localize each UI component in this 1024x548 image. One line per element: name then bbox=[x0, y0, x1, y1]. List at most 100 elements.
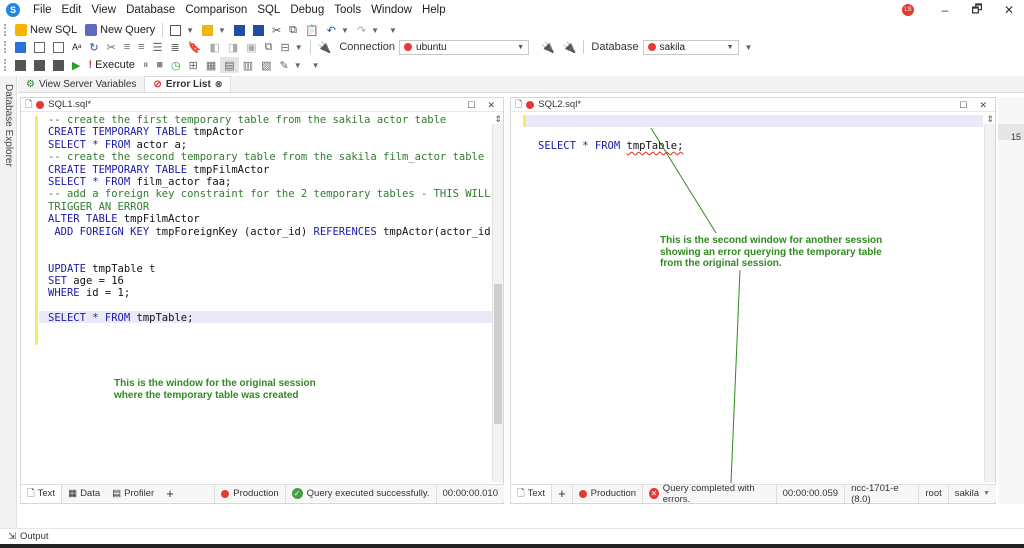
bookmark-prev-icon[interactable]: ◧ bbox=[205, 39, 223, 55]
profiler-icon: ▤ bbox=[112, 488, 122, 499]
window-icon[interactable]: ⊟ ▼ bbox=[277, 39, 307, 55]
save-icon[interactable] bbox=[230, 22, 249, 38]
new-sql-label: New SQL bbox=[30, 24, 78, 36]
bookmark-next-icon[interactable]: ◨ bbox=[224, 39, 242, 55]
new-item-icon[interactable]: ▼ bbox=[166, 22, 198, 38]
undo-icon[interactable]: ↶ ▼ bbox=[323, 22, 353, 38]
query-status: ✕ Query completed with errors. bbox=[642, 482, 776, 505]
add-tab-button[interactable]: + bbox=[160, 485, 180, 503]
sql-keyword: WHERE bbox=[48, 287, 86, 300]
stop-icon[interactable]: ■ bbox=[152, 57, 167, 73]
chevron-down-icon[interactable]: ▼ bbox=[983, 490, 990, 497]
tab-data[interactable]: ▦ Data bbox=[62, 485, 106, 503]
close-pane-icon[interactable]: ✕ bbox=[487, 100, 495, 111]
results-grid-icon[interactable]: ▤ bbox=[220, 57, 239, 73]
more-options-icon[interactable]: ✎ ▼ bbox=[276, 57, 306, 73]
menu-comparison[interactable]: Comparison bbox=[180, 4, 252, 16]
user-avatar[interactable]: LS bbox=[902, 4, 914, 16]
database-explorer-strip[interactable]: Database Explorer bbox=[0, 76, 17, 528]
menu-window[interactable]: Window bbox=[366, 4, 417, 16]
separator bbox=[162, 23, 164, 37]
menu-sql[interactable]: SQL bbox=[252, 4, 285, 16]
data-grid-icon: ▦ bbox=[68, 488, 78, 499]
copy-icon[interactable]: ⧉ bbox=[285, 22, 301, 38]
arrow-to-error bbox=[650, 127, 717, 234]
toolbar-options-icon[interactable]: ▼ bbox=[383, 22, 401, 38]
pane-title[interactable]: SQL1.sql* bbox=[48, 99, 91, 110]
database-select[interactable]: sakila ▼ bbox=[642, 39, 739, 55]
toolbar-grip[interactable] bbox=[4, 59, 7, 71]
save-all-icon[interactable] bbox=[249, 22, 268, 38]
restore-button[interactable]: 🗗 bbox=[968, 0, 986, 21]
menu-database[interactable]: Database bbox=[121, 4, 180, 16]
tab-view-server-variables[interactable]: ⚙ View Server Variables bbox=[18, 76, 144, 92]
connect-icon[interactable]: 🔌 bbox=[559, 39, 581, 55]
environment-label: Production bbox=[233, 488, 279, 499]
text-size-icon[interactable]: Aᵃ bbox=[68, 39, 85, 55]
run-icon[interactable]: ▶ bbox=[68, 57, 84, 73]
history-icon[interactable]: ◷ bbox=[167, 57, 185, 73]
redo-icon[interactable]: ↷ ▼ bbox=[353, 22, 383, 38]
menu-view[interactable]: View bbox=[86, 4, 121, 16]
outline-icon[interactable] bbox=[30, 39, 49, 55]
maximize-pane-icon[interactable]: ☐ bbox=[467, 100, 475, 111]
db-refresh-icon[interactable] bbox=[49, 57, 68, 73]
bookmark-clear-icon[interactable]: ▣ bbox=[242, 39, 260, 55]
pause-icon[interactable]: ⏸ bbox=[139, 57, 153, 73]
chevron-down-icon: ▼ bbox=[517, 43, 525, 51]
list-icon[interactable] bbox=[49, 39, 68, 55]
add-tab-button[interactable]: + bbox=[552, 485, 572, 503]
scrollbar-thumb[interactable] bbox=[494, 284, 502, 424]
connection-plug-icon[interactable]: 🔌 bbox=[314, 39, 336, 55]
open-file-icon[interactable]: ▼ bbox=[198, 22, 230, 38]
output-panel-tab[interactable]: ⇲ Output bbox=[0, 528, 1024, 544]
align-icon[interactable]: ☰ bbox=[149, 39, 167, 55]
cut-icon[interactable]: ✂ bbox=[268, 22, 285, 38]
scissors-icon[interactable]: ✂ bbox=[103, 39, 120, 55]
code-line: CREATE TEMPORARY TABLE tmpActor bbox=[48, 126, 503, 138]
paste-icon[interactable]: 📋 bbox=[301, 22, 323, 38]
menu-debug[interactable]: Debug bbox=[285, 4, 329, 16]
explain-icon[interactable]: ⊞ bbox=[185, 57, 202, 73]
toolbar-grip[interactable] bbox=[4, 41, 7, 53]
db-alt-icon[interactable] bbox=[30, 57, 49, 73]
tab-text[interactable]: 🗋 Text bbox=[20, 484, 63, 503]
right-panel-number: 15 bbox=[1010, 132, 1021, 142]
toolbar-options-icon[interactable]: ▼ bbox=[739, 39, 757, 55]
close-tab-icon[interactable]: ⊗ bbox=[215, 79, 223, 90]
toolbar-options-icon[interactable]: ▼ bbox=[306, 57, 324, 73]
db-icon[interactable] bbox=[11, 57, 30, 73]
new-query-button[interactable]: New Query bbox=[81, 22, 159, 38]
sql-text: tmpFilmActor bbox=[193, 163, 270, 176]
menu-edit[interactable]: Edit bbox=[57, 4, 87, 16]
disconnect-icon[interactable]: 🔌 bbox=[537, 39, 559, 55]
comment-icon[interactable]: ≣ bbox=[167, 39, 184, 55]
new-sql-button[interactable]: New SQL bbox=[11, 22, 81, 38]
menu-tools[interactable]: Tools bbox=[329, 4, 366, 16]
profiler-icon[interactable]: ▦ bbox=[202, 57, 220, 73]
menu-help[interactable]: Help bbox=[417, 4, 451, 16]
results-text-icon[interactable]: ▥ bbox=[239, 57, 257, 73]
refresh-icon[interactable]: ↻ bbox=[85, 39, 102, 55]
vertical-scrollbar[interactable] bbox=[492, 124, 503, 482]
sql-editor[interactable]: -- create the first temporary table from… bbox=[48, 114, 503, 325]
tab-profiler[interactable]: ▤ Profiler bbox=[106, 485, 160, 503]
results-split-icon[interactable]: ▧ bbox=[257, 57, 275, 73]
copy-doc-icon[interactable]: ⧉ bbox=[261, 39, 277, 55]
indent-icon[interactable]: ≡ bbox=[120, 39, 134, 55]
execute-button[interactable]: ! Execute bbox=[84, 57, 138, 73]
minimize-button[interactable]: – bbox=[936, 3, 954, 17]
menu-file[interactable]: File bbox=[28, 4, 57, 16]
database-explorer-label[interactable]: Database Explorer bbox=[3, 84, 14, 167]
format-icon[interactable] bbox=[11, 39, 30, 55]
close-window-button[interactable]: ✕ bbox=[1000, 3, 1018, 17]
query-status-message: Query completed with errors. bbox=[662, 482, 755, 505]
bookmark-icon[interactable]: 🔖 bbox=[184, 39, 206, 55]
tab-text[interactable]: 🗋 Text bbox=[510, 484, 553, 503]
document-tabs: ⚙ View Server Variables ⊘ Error List ⊗ bbox=[18, 76, 1024, 93]
toolbar-grip[interactable] bbox=[4, 24, 7, 36]
sql-keyword: CREATE TEMPORARY TABLE bbox=[48, 163, 194, 176]
connection-select[interactable]: ubuntu ▼ bbox=[399, 39, 530, 55]
tab-error-list[interactable]: ⊘ Error List ⊗ bbox=[144, 76, 232, 92]
outdent-icon[interactable]: ≡ bbox=[134, 39, 148, 55]
